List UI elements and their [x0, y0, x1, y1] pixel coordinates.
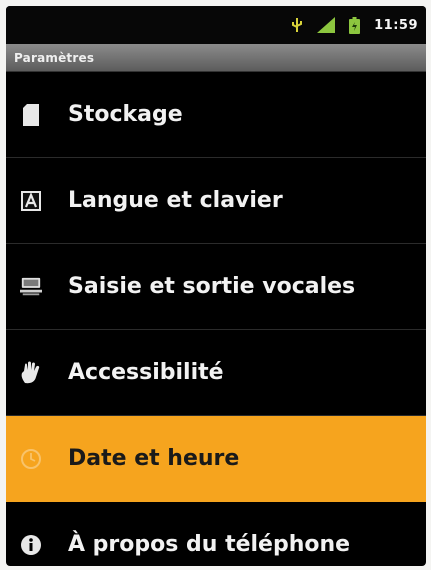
- settings-item-label: Date et heure: [68, 446, 240, 471]
- settings-item-label: Accessibilité: [68, 360, 224, 385]
- battery-icon: [349, 16, 361, 34]
- hand-icon: [20, 360, 42, 386]
- title-bar: Paramètres: [6, 44, 426, 72]
- phone-screen: 11:59 Paramètres Stockage Langue et clav…: [6, 6, 426, 566]
- settings-item-about-phone[interactable]: À propos du téléphone: [6, 502, 426, 566]
- status-bar: 11:59: [6, 6, 426, 44]
- voice-io-icon: [20, 274, 42, 300]
- signal-icon: [317, 17, 336, 33]
- settings-item-label: Saisie et sortie vocales: [68, 274, 356, 299]
- info-icon: [20, 532, 42, 558]
- usb-icon: [291, 17, 303, 33]
- keyboard-letter-icon: [20, 188, 42, 214]
- clock-icon: [20, 446, 42, 472]
- settings-item-voice-io[interactable]: Saisie et sortie vocales: [6, 244, 426, 330]
- settings-item-date-time[interactable]: Date et heure: [6, 416, 426, 502]
- settings-item-storage[interactable]: Stockage: [6, 72, 426, 158]
- status-time: 11:59: [374, 17, 418, 33]
- page-title: Paramètres: [14, 50, 95, 65]
- settings-item-label: Langue et clavier: [68, 188, 283, 213]
- settings-item-language-keyboard[interactable]: Langue et clavier: [6, 158, 426, 244]
- settings-item-label: À propos du téléphone: [68, 532, 351, 557]
- sd-card-icon: [20, 102, 42, 128]
- settings-list: Stockage Langue et clavier Saisie et sor…: [6, 72, 426, 566]
- settings-item-label: Stockage: [68, 102, 183, 127]
- settings-item-accessibility[interactable]: Accessibilité: [6, 330, 426, 416]
